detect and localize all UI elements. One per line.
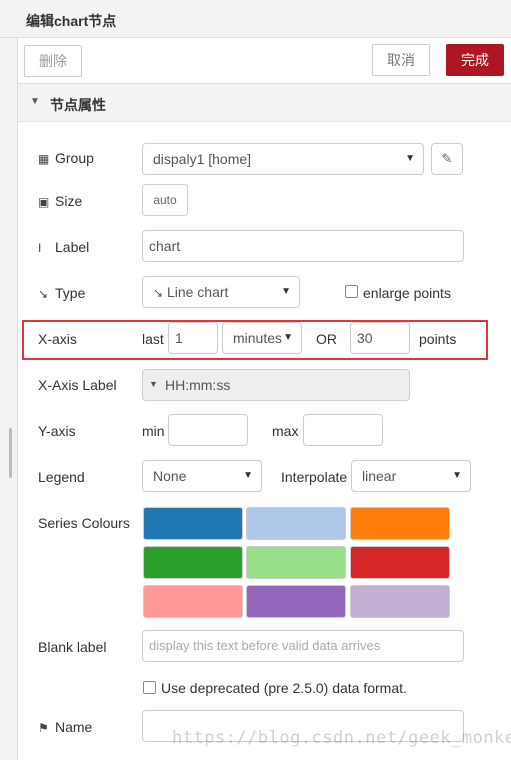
xaxis-points-input[interactable]: 30 xyxy=(350,322,410,354)
series-colours-label: Series Colours xyxy=(38,515,130,531)
enlarge-points-label: enlarge points xyxy=(363,285,451,301)
blank-label-input[interactable]: display this text before valid data arri… xyxy=(142,630,464,662)
series-colour-swatch[interactable] xyxy=(143,585,243,618)
label-input[interactable]: chart xyxy=(142,230,464,262)
series-colour-swatch[interactable] xyxy=(143,546,243,579)
legend-select[interactable]: None ▼ xyxy=(142,460,262,492)
group-label: ▦ Group xyxy=(38,150,94,166)
line-chart-icon: ↘ xyxy=(38,287,49,301)
yaxis-max-label: max xyxy=(272,423,299,439)
series-colour-swatch[interactable] xyxy=(350,507,450,540)
type-select[interactable]: ↘ Line chart ▼ xyxy=(142,276,300,308)
legend-label: Legend xyxy=(38,469,85,485)
pencil-icon: ✎ xyxy=(441,151,453,166)
xaxis-unit-select[interactable]: minutes ▼ xyxy=(222,322,302,354)
yaxis-min-label: min xyxy=(142,423,165,439)
interpolate-select[interactable]: linear ▼ xyxy=(351,460,471,492)
yaxis-min-input[interactable] xyxy=(168,414,248,446)
blank-label-title: Blank label xyxy=(38,639,107,655)
edit-group-button[interactable]: ✎ xyxy=(431,143,463,175)
caret-down-icon: ▼ xyxy=(283,332,293,343)
line-chart-icon: ↘ xyxy=(153,286,164,300)
xaxis-label-title: X-Axis Label xyxy=(38,377,117,393)
tray-header: 编辑chart节点 xyxy=(0,0,511,38)
name-label: ⚑ Name xyxy=(38,719,93,735)
delete-button[interactable]: 删除 xyxy=(24,45,82,77)
group-select[interactable]: dispaly1 [home] ▼ xyxy=(142,143,424,175)
yaxis-max-input[interactable] xyxy=(303,414,383,446)
chevron-down-icon: ▼ xyxy=(30,96,40,107)
deprecated-format-checkbox[interactable] xyxy=(143,681,156,694)
xaxis-label: X-axis xyxy=(38,331,77,347)
size-button[interactable]: auto xyxy=(142,184,188,216)
caret-down-icon: ▼ xyxy=(243,470,253,481)
enlarge-points-checkbox[interactable] xyxy=(345,285,358,298)
resize-handle[interactable] xyxy=(9,428,12,478)
deprecated-format-label: Use deprecated (pre 2.5.0) data format. xyxy=(161,680,407,696)
xaxis-last-label: last xyxy=(142,331,164,347)
watermark-text: https://blog.csdn.net/geek_monkey xyxy=(172,728,511,748)
tag-icon: ⚑ xyxy=(38,721,49,735)
tray-title: 编辑chart节点 xyxy=(26,13,117,29)
caret-down-icon: ▼ xyxy=(405,153,415,164)
xaxis-amount-input[interactable]: 1 xyxy=(168,322,218,354)
caret-down-icon: ▼ xyxy=(149,379,158,389)
xaxis-points-label: points xyxy=(419,331,457,347)
size-icon: ▣ xyxy=(38,195,50,209)
series-colour-swatch[interactable] xyxy=(350,546,450,579)
tray-toolbar: 删除 取消 完成 xyxy=(18,38,511,84)
series-colour-swatch[interactable] xyxy=(246,507,346,540)
left-panel-edge xyxy=(0,0,18,760)
done-button[interactable]: 完成 xyxy=(446,44,504,76)
series-colour-swatch[interactable] xyxy=(246,585,346,618)
table-icon: ▦ xyxy=(38,152,50,166)
series-colour-swatch[interactable] xyxy=(143,507,243,540)
interpolate-label: Interpolate xyxy=(281,469,348,485)
type-label: ↘ Type xyxy=(38,285,86,301)
size-label: ▣ Size xyxy=(38,193,83,209)
series-colour-swatch[interactable] xyxy=(246,546,346,579)
section-header-properties[interactable]: ▼ 节点属性 xyxy=(18,84,511,122)
i-cursor-icon: I xyxy=(38,241,42,255)
caret-down-icon: ▼ xyxy=(281,286,291,297)
cancel-button[interactable]: 取消 xyxy=(372,44,430,76)
label-label: I Label xyxy=(38,239,90,255)
caret-down-icon: ▼ xyxy=(452,470,462,481)
xaxis-format-field[interactable]: ▼ HH:mm:ss xyxy=(142,369,410,401)
yaxis-label: Y-axis xyxy=(38,423,76,439)
xaxis-or-label: OR xyxy=(316,331,337,347)
section-title: 节点属性 xyxy=(50,97,106,113)
series-colour-swatch[interactable] xyxy=(350,585,450,618)
